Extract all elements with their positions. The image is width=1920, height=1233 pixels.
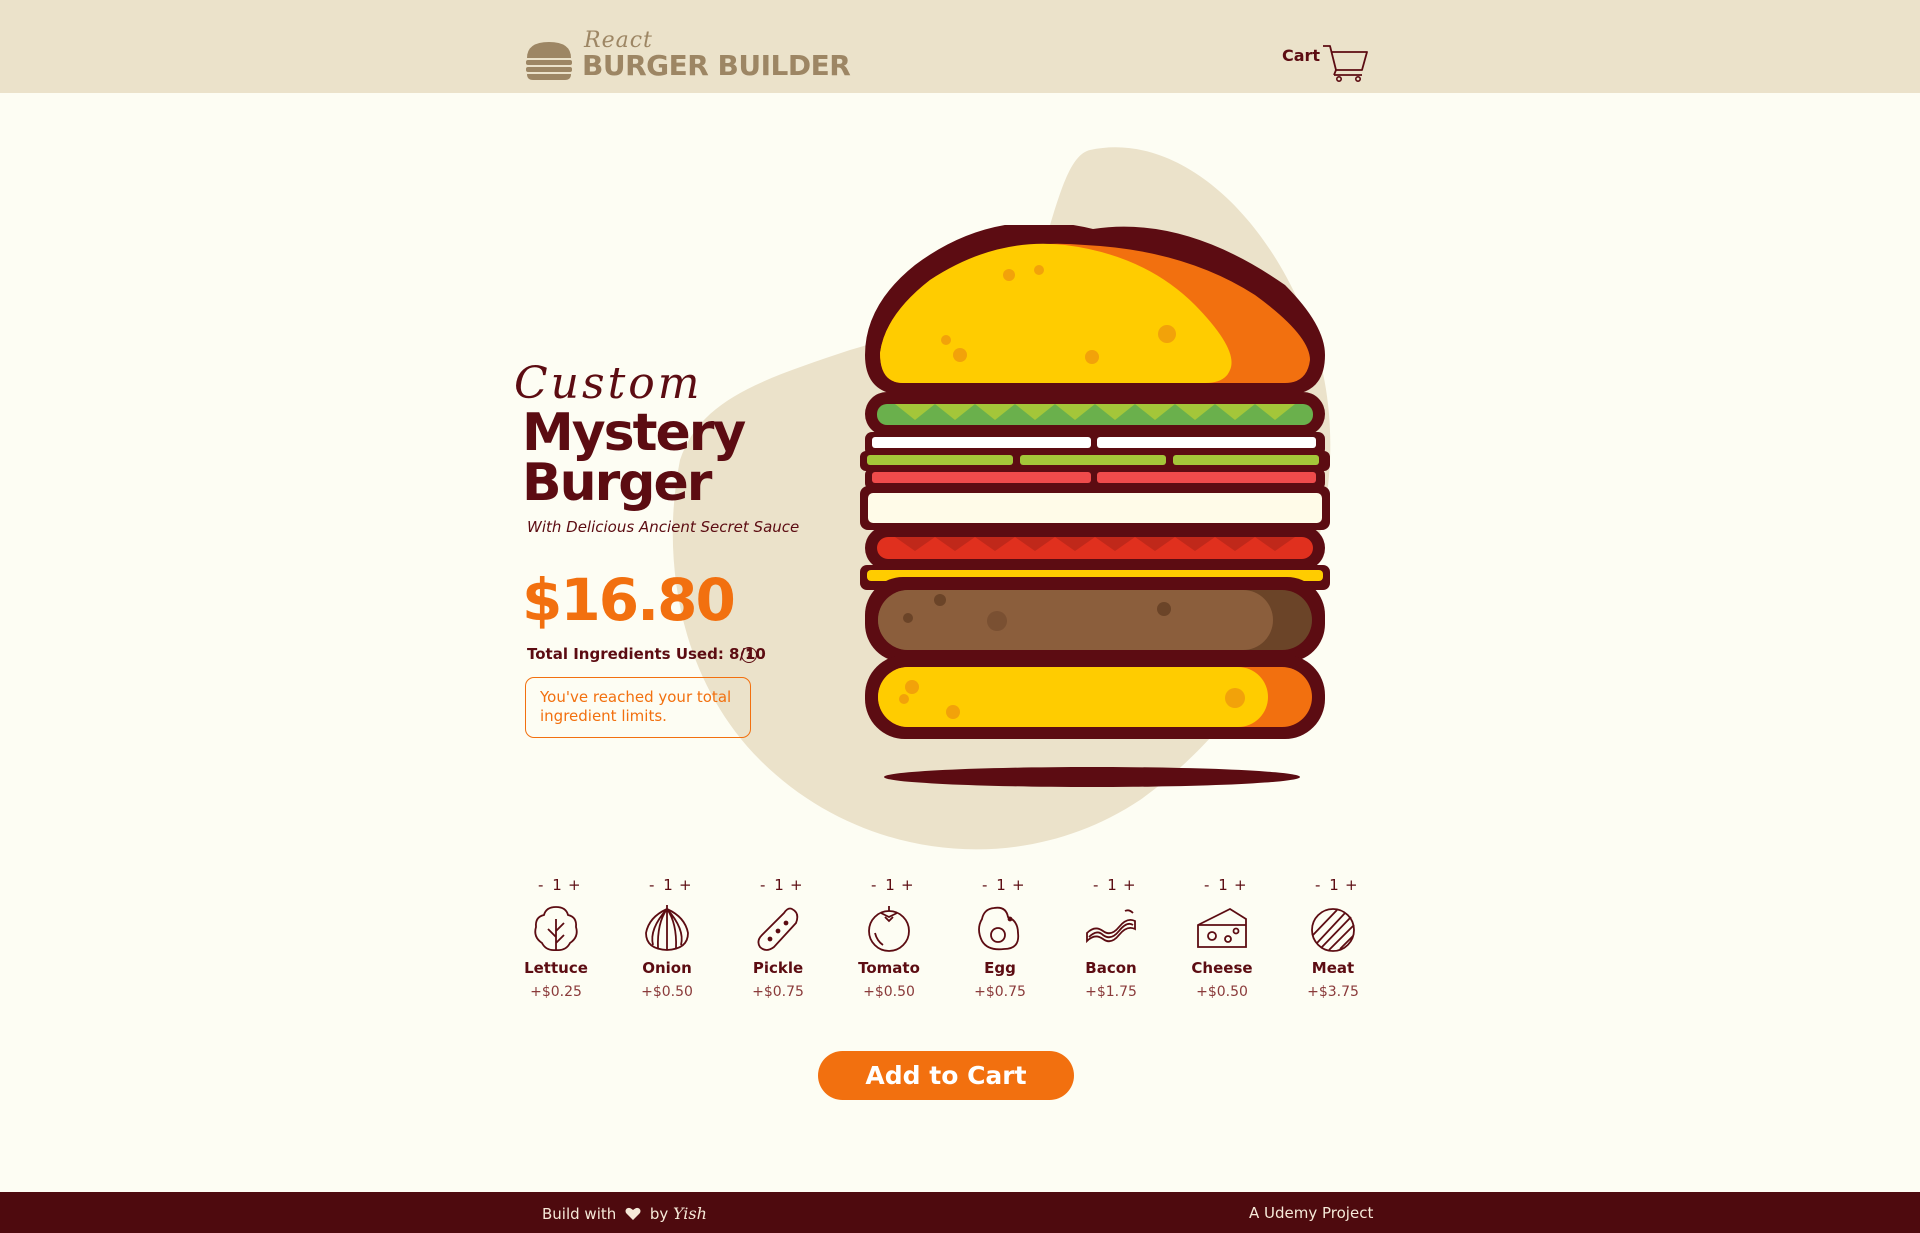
logo[interactable]: React BURGER BUILDER (524, 28, 851, 83)
custom-label: Custom (514, 358, 703, 409)
ingredient-name: Lettuce (524, 959, 588, 977)
quantity-value: 1 (885, 876, 895, 894)
quantity-stepper: - 1 + (738, 876, 818, 896)
increment-button[interactable]: + (568, 876, 581, 894)
meat-icon[interactable] (1307, 903, 1359, 955)
meat-layer (865, 577, 1325, 662)
ingredient-price: +$0.50 (641, 984, 693, 1000)
ingredient-egg: - 1 + Egg +$0.75 (960, 876, 1040, 1006)
cheese-icon[interactable] (1196, 903, 1248, 955)
ingredient-onion: - 1 + Onion +$0.50 (627, 876, 707, 1006)
author-signature[interactable]: Yish (673, 1204, 707, 1223)
ingredient-pickle: - 1 + Pickle +$0.75 (738, 876, 818, 1006)
decrement-button[interactable]: - (871, 876, 876, 894)
quantity-value: 1 (1107, 876, 1117, 894)
increment-button[interactable]: + (1234, 876, 1247, 894)
ingredient-cheese: - 1 + Cheese +$0.50 (1182, 876, 1262, 1006)
decrement-button[interactable]: - (538, 876, 543, 894)
egg-layer (860, 486, 1330, 530)
increment-button[interactable]: + (901, 876, 914, 894)
decrement-button[interactable]: - (1204, 876, 1209, 894)
ingredient-name: Meat (1311, 959, 1355, 977)
top-bun (865, 225, 1325, 395)
ingredients-used-count: Total Ingredients Used: 8/10 (527, 645, 766, 663)
quantity-stepper: - 1 + (1071, 876, 1151, 896)
ingredient-name: Onion (642, 959, 692, 977)
egg-icon[interactable] (974, 903, 1026, 955)
bacon-icon[interactable] (1085, 903, 1137, 955)
burger-illustration (860, 225, 1330, 787)
onion-icon[interactable] (641, 903, 693, 955)
quantity-value: 1 (774, 876, 784, 894)
lettuce-layer (865, 392, 1325, 436)
decrement-button[interactable]: - (1315, 876, 1320, 894)
burger-subtitle: With Delicious Ancient Secret Sauce (527, 518, 800, 536)
quantity-value: 1 (1329, 876, 1339, 894)
burger-shadow (884, 767, 1300, 787)
quantity-stepper: - 1 + (960, 876, 1040, 896)
ingredient-price: +$0.50 (1196, 984, 1248, 1000)
ingredient-price: +$0.50 (863, 984, 915, 1000)
footer-udemy[interactable]: A Udemy Project (1249, 1204, 1373, 1222)
quantity-stepper: - 1 + (516, 876, 596, 896)
cart-link[interactable]: Cart (1282, 46, 1320, 65)
ingredient-name: Bacon (1085, 959, 1137, 977)
ingredient-limit-message: You've reached your total ingredient lim… (525, 677, 751, 738)
decrement-button[interactable]: - (1093, 876, 1098, 894)
add-to-cart-button[interactable]: Add to Cart (818, 1051, 1074, 1100)
bottom-bun (865, 655, 1325, 739)
quantity-value: 1 (996, 876, 1006, 894)
quantity-stepper: - 1 + (1182, 876, 1262, 896)
decrement-button[interactable]: - (760, 876, 765, 894)
site-footer: Build with by Yish A Udemy Project (0, 1192, 1920, 1233)
ingredient-name: Egg (984, 959, 1016, 977)
quantity-value: 1 (663, 876, 673, 894)
pickle-icon[interactable] (752, 903, 804, 955)
bacon-layer (865, 526, 1325, 570)
heart-icon (625, 1207, 641, 1220)
ingredient-price: +$0.75 (974, 984, 1026, 1000)
footer-credit: Build with by Yish (542, 1204, 707, 1223)
lettuce-icon[interactable] (530, 903, 582, 955)
increment-button[interactable]: + (679, 876, 692, 894)
ingredient-price: +$1.75 (1085, 984, 1137, 1000)
footer-by: by (649, 1205, 669, 1223)
ingredient-name: Cheese (1191, 959, 1253, 977)
site-header: React BURGER BUILDER Cart (0, 0, 1920, 93)
shopping-cart-icon[interactable] (1322, 44, 1368, 82)
help-icon[interactable]: ? (741, 647, 757, 663)
ingredient-lettuce: - 1 + Lettuce +$0.25 (516, 876, 596, 1006)
burger-logo-icon (526, 42, 572, 80)
quantity-stepper: - 1 + (1293, 876, 1373, 896)
ingredient-meat: - 1 + Meat +$3.75 (1293, 876, 1373, 1006)
ingredient-tomato: - 1 + Tomato +$0.50 (849, 876, 929, 1006)
ingredient-price: +$0.75 (752, 984, 804, 1000)
ingredient-name: Pickle (752, 959, 804, 977)
total-price: $16.80 (522, 566, 736, 634)
ingredient-price: +$0.25 (530, 984, 582, 1000)
ingredient-name: Tomato (858, 959, 920, 977)
decrement-button[interactable]: - (649, 876, 654, 894)
quantity-stepper: - 1 + (627, 876, 707, 896)
ingredient-price: +$3.75 (1307, 984, 1359, 1000)
quantity-stepper: - 1 + (849, 876, 929, 896)
decrement-button[interactable]: - (982, 876, 987, 894)
burger-name: Mystery Burger (522, 403, 746, 513)
increment-button[interactable]: + (1012, 876, 1025, 894)
ingredient-bacon: - 1 + Bacon +$1.75 (1071, 876, 1151, 1006)
tomato-icon[interactable] (863, 903, 915, 955)
footer-build-with: Build with (542, 1205, 617, 1223)
increment-button[interactable]: + (790, 876, 803, 894)
quantity-value: 1 (1218, 876, 1228, 894)
logo-title: BURGER BUILDER (582, 49, 851, 82)
increment-button[interactable]: + (1345, 876, 1358, 894)
quantity-value: 1 (552, 876, 562, 894)
increment-button[interactable]: + (1123, 876, 1136, 894)
ingredient-picker: - 1 + Lettuce +$0.25 - 1 + Onion +$0.50 … (516, 876, 1359, 1006)
